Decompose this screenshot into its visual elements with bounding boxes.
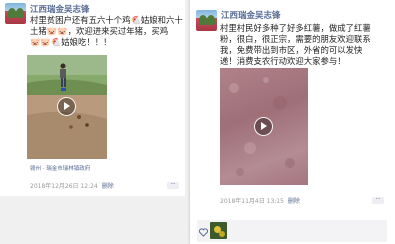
post-text: 村里村民好多种了好多红薯，做成了红薯 粉，很白，很正宗，需要的朋友欢迎联系 我，… xyxy=(220,23,371,67)
liker-avatar[interactable] xyxy=(210,222,227,239)
post-text-line: 我，免费带出到市区，外省的可以发快 xyxy=(220,45,363,55)
heart-icon xyxy=(199,228,208,237)
post-text: 村里贫困户还有五六十个鸡🐔姑娘和六十 土猪🐷🐷，欢迎进来买过年猪，买鸡 🐷🐷🐔姑… xyxy=(30,15,183,48)
author-avatar[interactable] xyxy=(196,10,217,31)
moment-post-left: 江西瑞金吴志锋 村里贫困户还有五六十个鸡🐔姑娘和六十 土猪🐷🐷，欢迎进来买过年猪… xyxy=(0,0,185,196)
post-time: 2018年12月26日 12:24 xyxy=(30,183,98,190)
post-location[interactable]: 赣州 · 瑞金市瑞林镇政府 xyxy=(30,164,90,172)
likes-bar xyxy=(197,220,387,242)
more-options-icon[interactable]: ·· xyxy=(167,181,179,189)
post-meta: 2018年11月4日 13:15 删除 xyxy=(220,196,300,205)
author-avatar[interactable] xyxy=(5,3,26,24)
delete-link[interactable]: 删除 xyxy=(102,183,114,190)
more-options-icon[interactable]: ·· xyxy=(372,196,384,204)
post-text-line: 村里贫困户还有五六十个鸡🐔姑娘和六十 xyxy=(30,15,183,25)
author-name[interactable]: 江西瑞金吴志锋 xyxy=(30,3,90,15)
play-icon[interactable] xyxy=(254,116,273,136)
author-name[interactable]: 江西瑞金吴志锋 xyxy=(221,9,281,21)
post-text-line: 村里村民好多种了好多红薯，做成了红薯 xyxy=(220,23,371,33)
post-text-line: 🐷🐷🐔姑娘吃！！！ xyxy=(30,37,112,47)
post-video[interactable] xyxy=(220,68,308,185)
play-icon[interactable] xyxy=(57,97,76,116)
post-meta: 2018年12月26日 12:24 删除 xyxy=(30,181,114,190)
moment-post-right: 江西瑞金吴志锋 村里村民好多种了好多红薯，做成了红薯 粉，很白，很正宗，需要的朋… xyxy=(190,0,395,244)
post-text-line: 粉，很白，很正宗，需要的朋友欢迎联系 xyxy=(220,34,371,44)
post-time: 2018年11月4日 13:15 xyxy=(220,198,284,205)
post-text-line: 递！消费支农行动欢迎大家参与！ xyxy=(220,56,346,66)
post-video[interactable] xyxy=(27,55,107,159)
delete-link[interactable]: 删除 xyxy=(288,198,300,205)
post-text-line: 土猪🐷🐷，欢迎进来买过年猪，买鸡 xyxy=(30,26,169,36)
